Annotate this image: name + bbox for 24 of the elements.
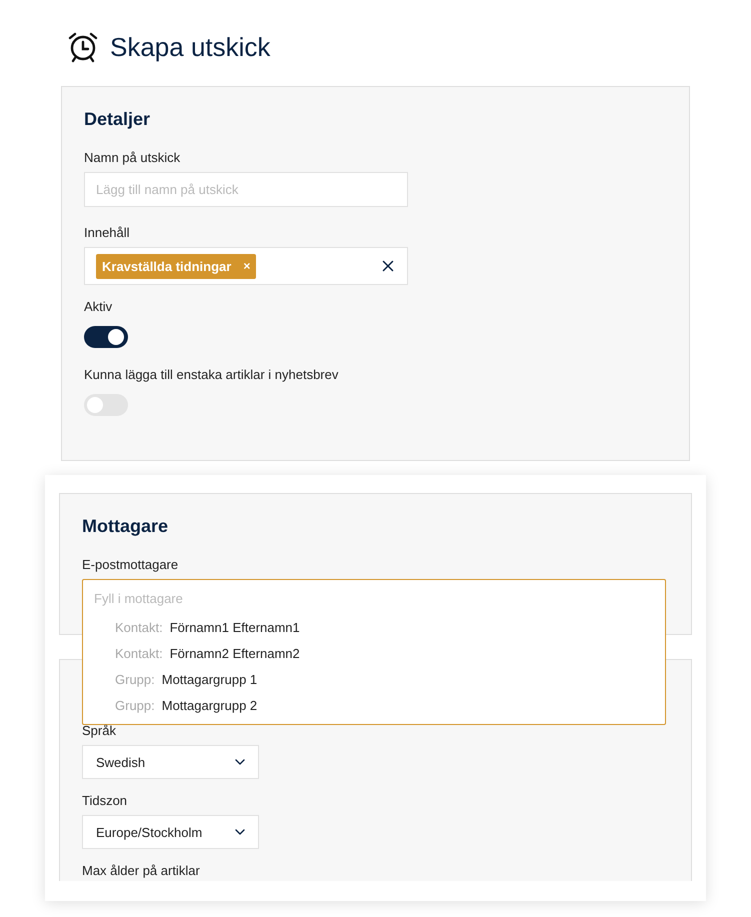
- recipient-option[interactable]: Kontakt: Förnamn1 Efternamn1: [83, 614, 665, 640]
- recipient-option[interactable]: Grupp: Mottagargrupp 1: [83, 666, 665, 692]
- page-title: Skapa utskick: [110, 32, 270, 62]
- tag-label: Kravställda tidningar: [102, 258, 232, 274]
- field-label: E-postmottagare: [82, 557, 180, 572]
- recipient-input-field[interactable]: Fyll i mottagare: [83, 580, 665, 614]
- alarm-clock-icon: [67, 31, 99, 63]
- name-input-field[interactable]: Lägg till namn på utskick: [84, 172, 408, 207]
- section-heading: Mottagare: [82, 516, 170, 537]
- field-label: Språk: [82, 723, 117, 738]
- recipient-option[interactable]: Kontakt: Förnamn2 Efternamn2: [83, 640, 665, 666]
- field-label: Namn på utskick: [84, 150, 182, 165]
- field-label: Aktiv: [84, 299, 114, 314]
- field-label: Max ålder på artiklar: [82, 863, 201, 878]
- field-label: Kunna lägga till enstaka artiklar i nyhetsbrev: [84, 367, 340, 382]
- field-label: Tidszon: [82, 793, 128, 808]
- section-heading: Detaljer: [84, 109, 152, 130]
- dropdown-select[interactable]: Swedish: [82, 745, 259, 779]
- field-label: Innehåll: [84, 225, 131, 240]
- dropdown-select[interactable]: Europe/Stockholm: [82, 815, 259, 849]
- toggle-switch[interactable]: [84, 326, 128, 348]
- toggle-switch[interactable]: [84, 394, 128, 416]
- recipient-option[interactable]: Grupp: Mottagargrupp 2: [83, 692, 665, 718]
- recipient-combobox[interactable]: Fyll i mottagare Kontakt: Förnamn1 Efternamn1 Kontakt: Förnamn2 Efternamn2 Grupp: Mottagargrupp 1 Grupp: Mottagargrupp 2: [82, 579, 666, 725]
